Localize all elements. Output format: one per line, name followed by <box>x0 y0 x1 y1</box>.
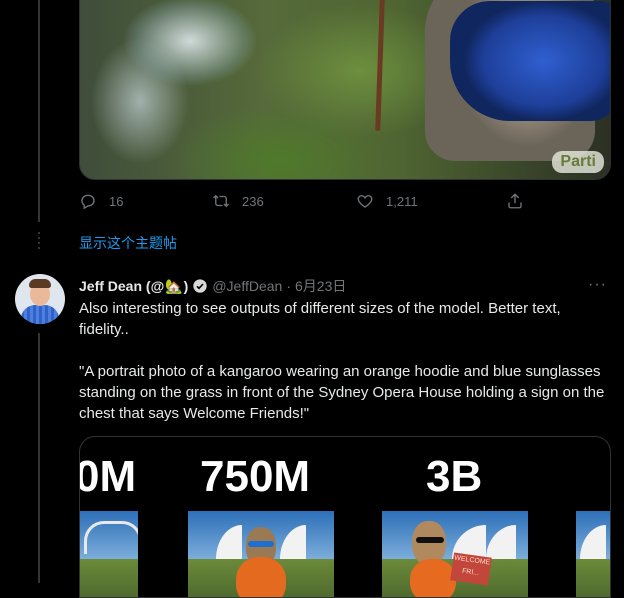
avatar-hair <box>29 279 51 288</box>
author-handle[interactable]: @JeffDean <box>212 278 282 294</box>
walking-stick <box>375 0 386 132</box>
orange-hoodie <box>410 559 456 597</box>
header-separator: · <box>286 278 292 294</box>
verified-icon <box>193 279 208 293</box>
like-button[interactable]: 1,211 <box>356 192 418 210</box>
output-image-3b: WELCOME FRI... <box>382 511 528 597</box>
sunglasses <box>416 537 444 543</box>
author-name-close: ) <box>183 277 189 294</box>
thread-connector <box>38 333 40 583</box>
more-icon[interactable]: ··· <box>588 276 612 294</box>
retweet-count: 236 <box>242 193 264 209</box>
tweet-text-prompt: "A portrait photo of a kangaroo wearing … <box>79 363 605 422</box>
tweet-header: Jeff Dean (@🏡) @JeffDean · 6月23日 <box>79 276 346 296</box>
model-size-label: 750M <box>200 452 311 501</box>
parti-badge: Parti <box>552 151 604 173</box>
tweet-text-line: Also interesting to see outputs of diffe… <box>79 300 561 338</box>
house-emoji: 🏡 <box>165 277 183 294</box>
share-button[interactable] <box>506 192 536 210</box>
output-image-750m <box>188 511 334 597</box>
share-icon <box>508 193 522 209</box>
tweet-date[interactable]: 6月23日 <box>295 276 346 296</box>
avatar-shirt <box>21 305 59 324</box>
retweet-icon <box>213 194 229 208</box>
retweet-button[interactable]: 236 <box>212 192 264 210</box>
welcome-sign: WELCOME FRI... <box>450 552 492 586</box>
model-size-label: 3B <box>426 452 483 501</box>
model-size-label: 0M <box>79 452 137 501</box>
output-image-small <box>80 511 138 597</box>
reply-count: 16 <box>109 193 124 209</box>
avatar[interactable] <box>15 274 65 324</box>
thumb-grass <box>576 559 610 597</box>
author-name-text: Jeff Dean (@ <box>79 277 165 294</box>
output-image-next <box>576 511 610 597</box>
sunglasses <box>248 541 274 547</box>
show-thread-link[interactable]: 显示这个主题帖 <box>79 233 177 253</box>
tweet-action-bar: 16 236 1,211 <box>79 192 609 214</box>
blue-backpack <box>450 1 610 121</box>
like-icon <box>357 195 373 208</box>
author-name[interactable]: Jeff Dean (@🏡) <box>79 278 188 295</box>
reply-button[interactable]: 16 <box>79 192 123 210</box>
tweet-text: Also interesting to see outputs of diffe… <box>79 298 609 424</box>
thread-connector <box>38 0 40 222</box>
reply-icon <box>81 194 95 210</box>
like-count: 1,211 <box>386 193 418 209</box>
bridge-shape <box>84 521 138 554</box>
tweet-media-model-sizes[interactable]: 0M 750M 3B WELCOME FRI... <box>79 436 611 598</box>
tweet-image-kangaroo-hiking[interactable]: Parti <box>79 0 611 180</box>
thread-connector-dots <box>38 232 40 252</box>
orange-hoodie <box>236 557 286 597</box>
thumb-grass <box>80 559 138 597</box>
